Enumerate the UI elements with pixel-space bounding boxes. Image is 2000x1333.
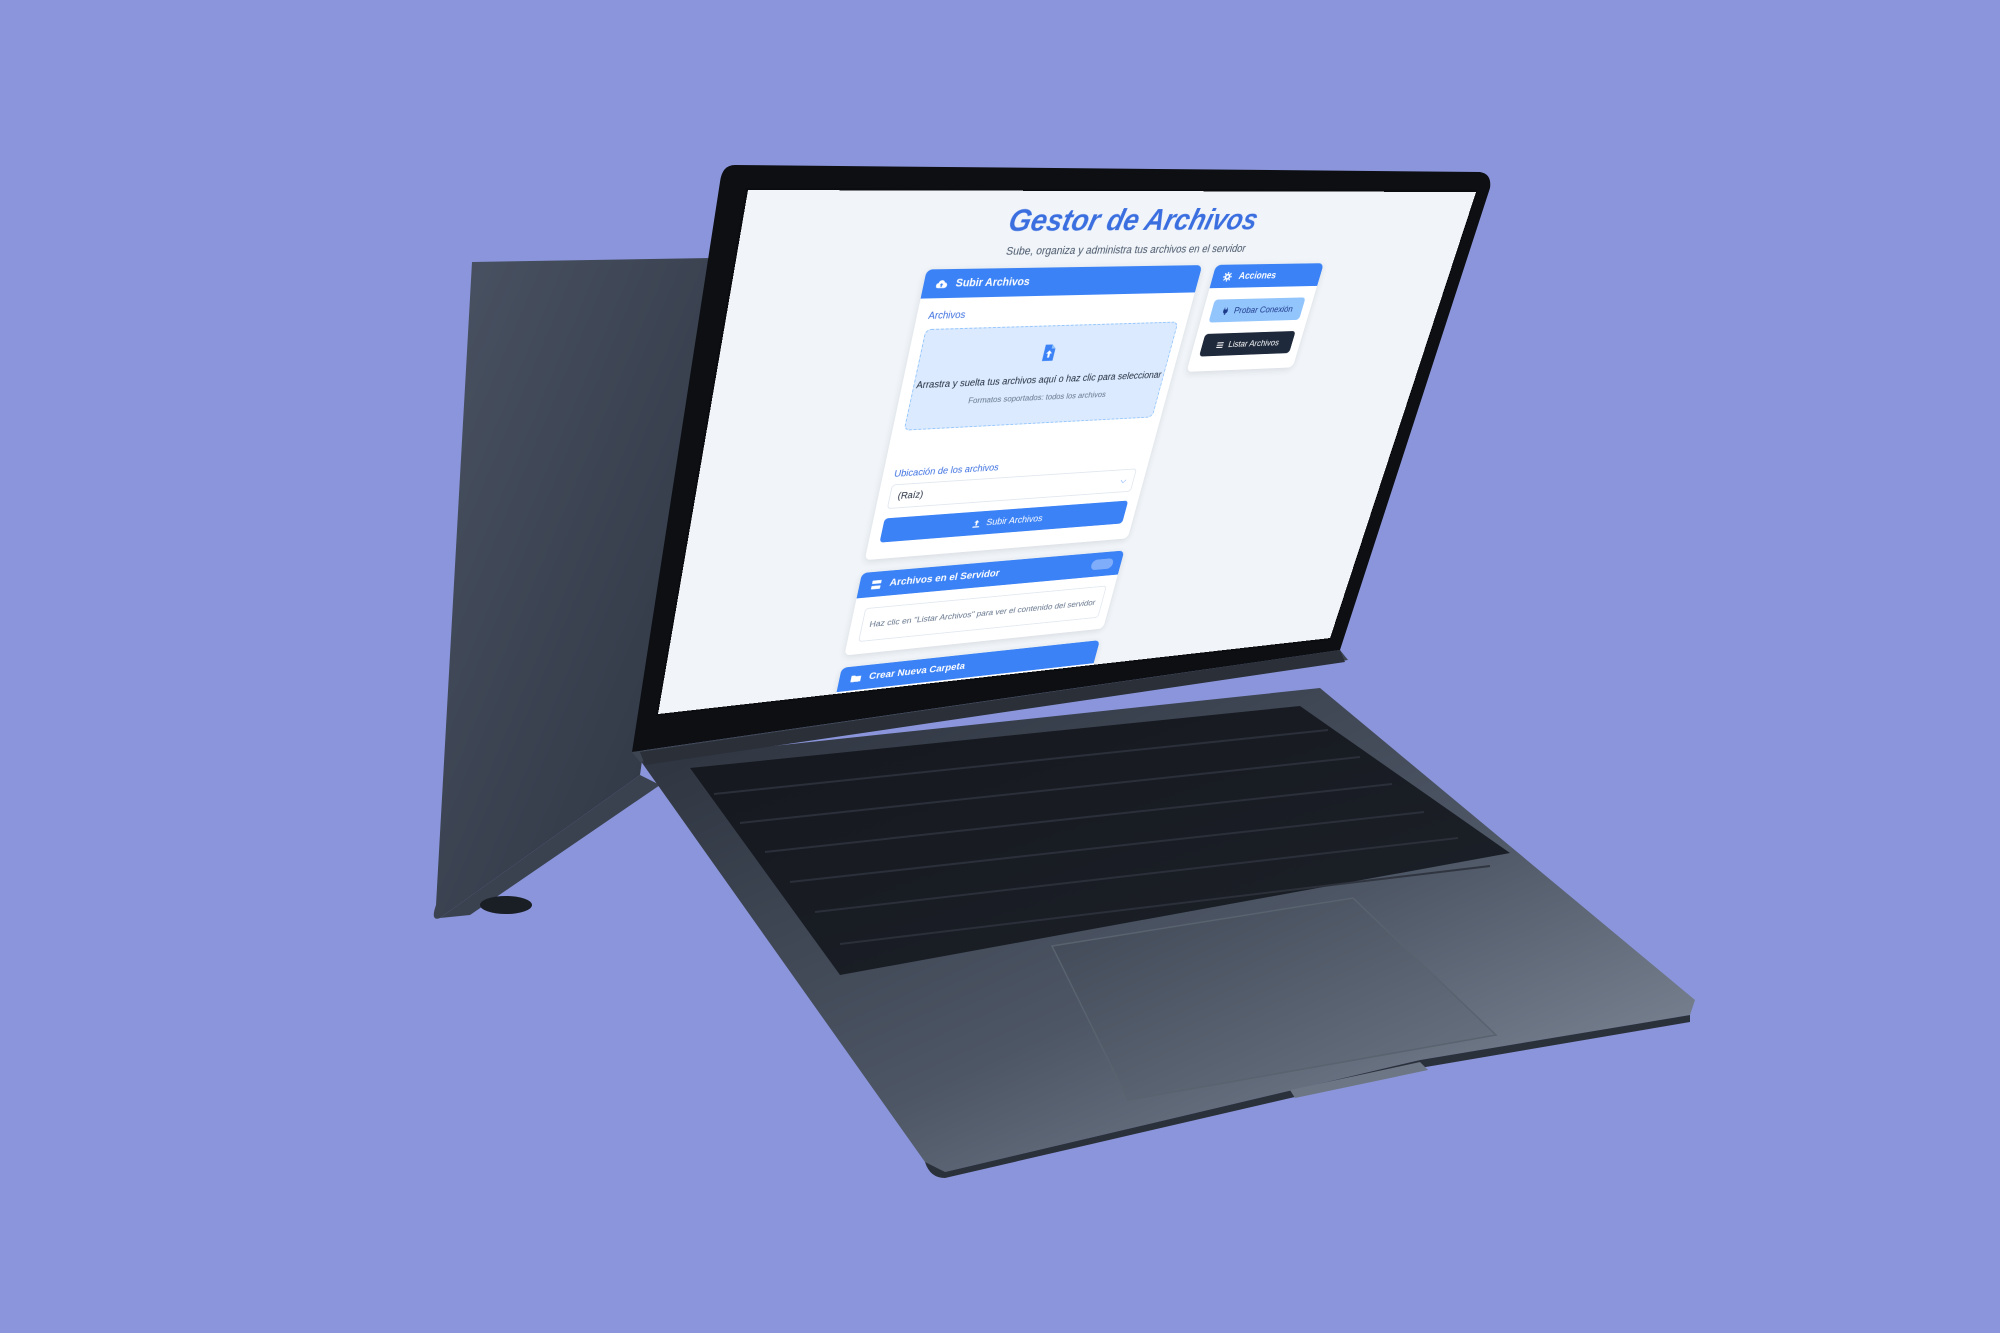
upload-card-title: Subir Archivos <box>954 276 1031 290</box>
server-files-card-title: Archivos en el Servidor <box>889 568 1001 588</box>
gear-icon <box>1222 271 1234 282</box>
plug-icon <box>1220 306 1230 315</box>
list-icon <box>1215 340 1225 349</box>
list-files-button[interactable]: Listar Archivos <box>1199 331 1296 357</box>
test-connection-button[interactable]: Probar Conexión <box>1208 297 1305 322</box>
server-icon <box>869 578 884 591</box>
list-files-label: Listar Archivos <box>1227 337 1280 349</box>
upload-card: Subir Archivos Archivos Arrastra y suelt… <box>865 265 1203 560</box>
folder-icon <box>849 672 863 685</box>
server-files-card: Archivos en el Servidor Haz clic en "Lis… <box>844 550 1124 655</box>
page-subtitle: Sube, organiza y administra tus archivos… <box>736 241 1460 262</box>
files-label: Archivos <box>927 310 966 322</box>
chevron-down-icon: ⌵ <box>1119 476 1127 486</box>
upload-card-header: Subir Archivos <box>921 265 1203 299</box>
actions-card: Acciones Probar Conexión Listar Archivos <box>1186 263 1323 372</box>
cloud-upload-icon <box>934 277 950 291</box>
actions-card-header: Acciones <box>1210 263 1324 288</box>
dropzone-hint: Formatos soportados: todos los archivos <box>910 387 1160 408</box>
test-connection-label: Probar Conexión <box>1233 304 1295 316</box>
location-select-value: (Raíz) <box>897 489 925 501</box>
actions-card-title: Acciones <box>1238 270 1278 281</box>
file-dropzone[interactable]: Arrastra y suelta tus archivos aquí o ha… <box>904 322 1179 431</box>
new-folder-card-title: Crear Nueva Carpeta <box>868 661 966 682</box>
upload-submit-label: Subir Archivos <box>985 513 1043 527</box>
upload-icon <box>970 518 982 529</box>
page-title: Gestor de Archivos <box>739 203 1472 241</box>
file-upload-icon <box>1038 342 1061 364</box>
location-label: Ubicación de los archivos <box>893 463 1000 480</box>
